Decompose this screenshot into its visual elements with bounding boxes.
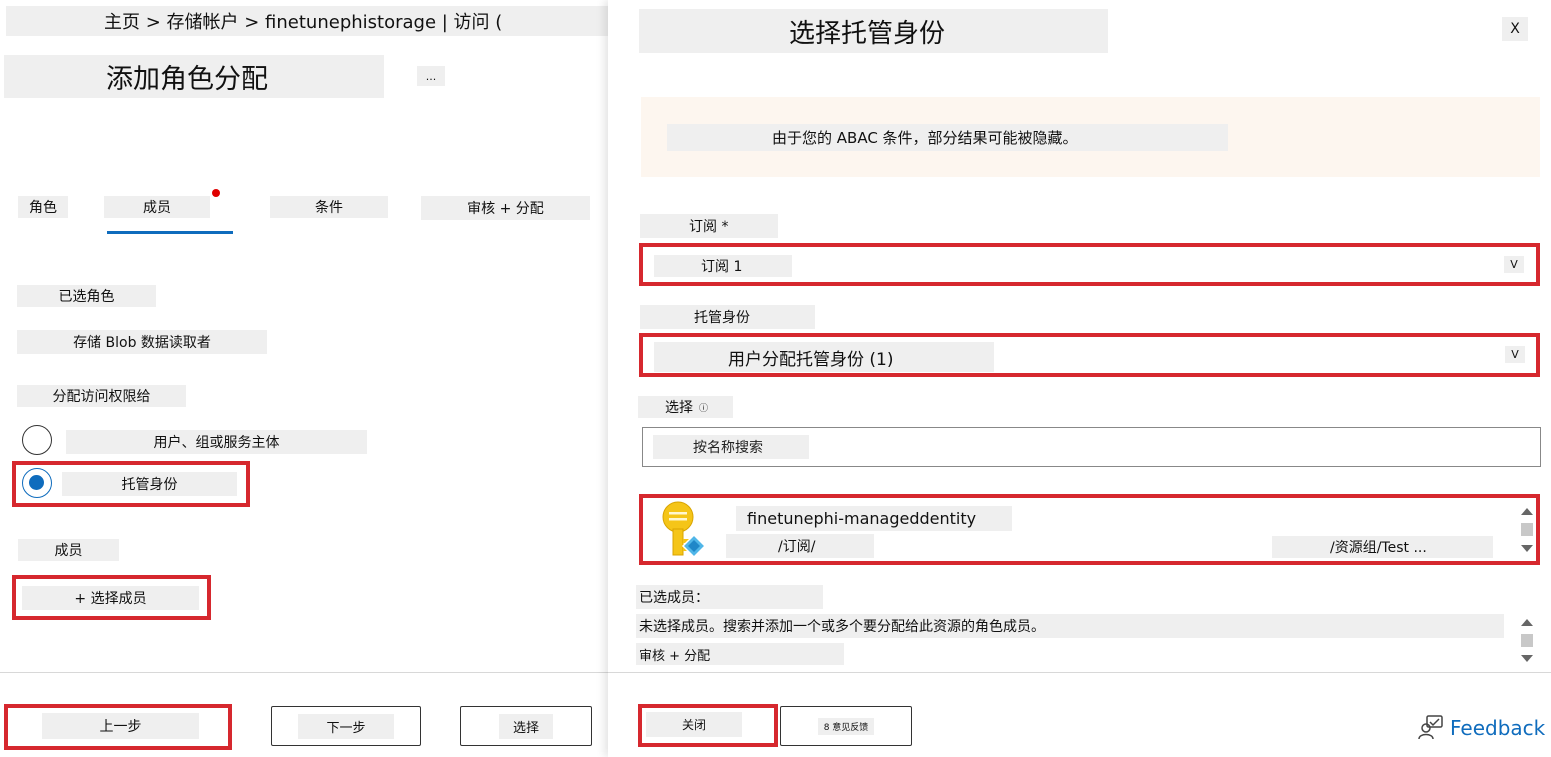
no-members-text: 未选择成员。搜索并添加一个或多个要分配给此资源的角色成员。 xyxy=(636,614,1504,638)
result-subscription: /订阅/ xyxy=(726,534,874,558)
radio-managed-identity[interactable] xyxy=(22,468,52,498)
breadcrumb[interactable]: 主页 > 存储帐户 > finetunephistorage | 访问 ( xyxy=(6,6,610,36)
results-scroll-down-icon[interactable] xyxy=(1521,545,1533,552)
select-button-label: 选择 xyxy=(498,713,553,739)
add-role-assignment-blade: 主页 > 存储帐户 > finetunephistorage | 访问 ( 添加… xyxy=(0,0,610,757)
results-scroll-up-icon[interactable] xyxy=(1521,508,1533,515)
tab-members[interactable]: 成员 xyxy=(104,196,210,218)
abac-notice-text: 由于您的 ABAC 条件，部分结果可能被隐藏。 xyxy=(667,124,1228,151)
tab-conditions[interactable]: 条件 xyxy=(270,196,388,218)
option-user-group-sp-label[interactable]: 用户、组或服务主体 xyxy=(66,430,367,454)
select-button[interactable]: 选择 xyxy=(460,706,592,746)
next-button[interactable]: 下一步 xyxy=(271,706,421,746)
select-managed-identity-panel: 选择托管身份 X 由于您的 ABAC 条件，部分结果可能被隐藏。 订阅 * 订阅… xyxy=(608,0,1551,757)
tab-role[interactable]: 角色 xyxy=(18,196,68,218)
selected-role-value: 存储 Blob 数据读取者 xyxy=(17,330,267,354)
feedback-small-button[interactable]: 8 意见反馈 xyxy=(780,706,912,746)
members-label: 成员 xyxy=(18,539,119,561)
selected-role-label: 已选角色 xyxy=(17,285,156,307)
select-members-link[interactable]: + 选择成员 xyxy=(22,586,199,610)
feedback-link[interactable]: Feedback xyxy=(1450,715,1545,741)
subscription-value: 订阅 1 xyxy=(654,255,792,277)
managed-identity-label: 托管身份 xyxy=(640,305,815,329)
subscription-label: 订阅 * xyxy=(640,214,778,238)
tab-review-assign[interactable]: 审核 + 分配 xyxy=(421,196,590,220)
subscription-chevron-down-icon: V xyxy=(1504,256,1524,273)
results-scrollbar-thumb[interactable] xyxy=(1521,523,1533,536)
active-tab-underline xyxy=(107,231,233,234)
info-icon: ⓘ xyxy=(699,403,709,414)
footer-divider xyxy=(0,672,608,673)
result-identity-name[interactable]: finetunephi-manageddentity xyxy=(736,506,1012,531)
review-assign-link[interactable]: 审核 + 分配 xyxy=(636,643,844,665)
managed-identity-value: 用户分配托管身份 (1) xyxy=(654,342,994,372)
members-scrollbar-thumb[interactable] xyxy=(1521,634,1533,647)
result-resource-group: /资源组/Test ... xyxy=(1272,536,1493,558)
close-button[interactable]: 关闭 xyxy=(646,712,742,737)
members-scroll-up-icon[interactable] xyxy=(1521,619,1533,626)
feedback-icon[interactable] xyxy=(1418,714,1444,740)
select-label: 选择 ⓘ xyxy=(638,396,733,418)
option-managed-identity-label[interactable]: 托管身份 xyxy=(62,472,237,496)
tab-members-indicator-dot xyxy=(212,189,220,197)
select-label-text: 选择 xyxy=(665,400,693,416)
panel-footer-divider xyxy=(608,672,1551,673)
radio-user-group-sp[interactable] xyxy=(22,425,52,455)
panel-title: 选择托管身份 xyxy=(639,9,1108,53)
close-icon[interactable]: X xyxy=(1502,17,1528,41)
managed-identity-key-icon xyxy=(660,501,710,559)
search-placeholder: 按名称搜索 xyxy=(653,435,809,459)
members-scroll-down-icon[interactable] xyxy=(1521,655,1533,662)
feedback-small-label: 8 意见反馈 xyxy=(817,717,875,735)
managed-identity-chevron-down-icon: V xyxy=(1505,346,1525,363)
more-options-button[interactable]: ... xyxy=(417,66,445,86)
selected-members-label: 已选成员： xyxy=(636,585,823,609)
next-button-label: 下一步 xyxy=(298,713,394,739)
assign-access-label: 分配访问权限给 xyxy=(17,385,186,407)
page-title: 添加角色分配 xyxy=(4,55,384,98)
prev-button[interactable]: 上一步 xyxy=(42,713,199,739)
